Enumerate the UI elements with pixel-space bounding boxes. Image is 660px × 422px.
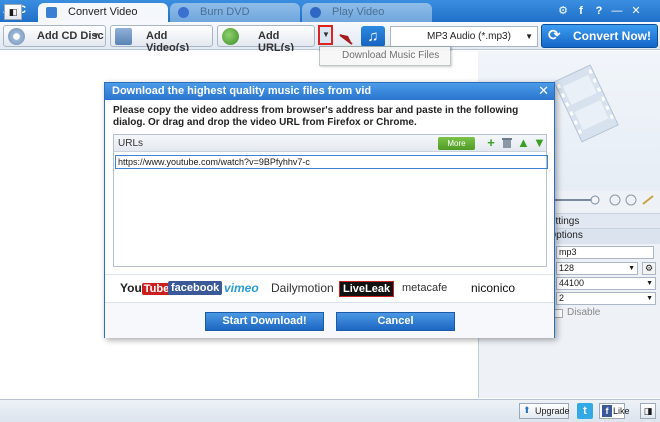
film-strip-icon <box>553 64 619 143</box>
help-icon[interactable]: ? <box>592 5 606 18</box>
upgrade-arrow-icon: ⬆ <box>523 405 531 415</box>
audio-codec-select[interactable]: mp3 <box>556 246 654 259</box>
tab-convert-video[interactable]: Convert Video <box>38 3 168 22</box>
basic-settings-header: Basic Settings <box>516 213 660 229</box>
toggle-right-panel-icon[interactable]: ◨ <box>640 403 656 419</box>
liveleak-logo: LiveLeak <box>339 281 395 297</box>
play-icon <box>310 7 321 18</box>
chevron-down-icon: ▼ <box>525 32 533 41</box>
convert-now-button[interactable]: ⟳ Convert Now! <box>541 24 658 48</box>
niconico-logo: niconico <box>471 281 516 295</box>
refresh-icon: ⟳ <box>548 27 561 44</box>
chevron-down-icon: ▼ <box>628 265 635 272</box>
output-format-select[interactable]: MP3 Audio (*.mp3) ▼ <box>390 26 538 47</box>
delete-trash-icon[interactable] <box>501 137 513 149</box>
audio-bitrate-select[interactable]: 128 ▼ <box>556 262 638 275</box>
facebook-like-button[interactable]: f Like <box>599 403 630 419</box>
volume-slider[interactable] <box>555 193 659 207</box>
add-url-plus-icon[interactable]: + <box>485 136 497 149</box>
settings-gear-icon[interactable]: ⚙ <box>556 5 570 18</box>
facebook-icon[interactable]: f <box>574 5 588 18</box>
pointer-arrow-icon <box>339 34 353 45</box>
dialog-description: Please copy the video address from brows… <box>113 105 519 128</box>
chevron-down-icon: ▼ <box>92 31 100 40</box>
chevron-down-icon: ▼ <box>646 295 653 302</box>
tab-burn-dvd[interactable]: Burn DVD <box>170 3 300 22</box>
vimeo-logo: vimeo <box>224 281 259 295</box>
cancel-button[interactable]: Cancel <box>336 312 455 331</box>
supported-sites-logos: You Tube facebook vimeo Dailymotion LiveL… <box>105 274 554 300</box>
url-list-header: URLs More Sites + ▲ ▼ <box>114 135 546 161</box>
globe-add-icon <box>222 28 239 45</box>
facebook-logo: facebook <box>168 281 223 295</box>
dailymotion-logo: Dailymotion <box>271 281 334 295</box>
add-videos-button[interactable]: Add Video(s) <box>110 25 213 54</box>
more-sites-button[interactable]: More Sites <box>438 137 475 161</box>
film-add-icon <box>115 28 132 45</box>
upgrade-button[interactable]: ⬆ Upgrade <box>519 403 570 419</box>
start-download-button[interactable]: Start Download! <box>205 312 324 331</box>
add-cd-disc-button[interactable]: Add CD Disc ▼ <box>3 25 106 47</box>
sample-rate-select[interactable]: 44100 ▼ <box>556 277 656 290</box>
move-down-arrow-icon[interactable]: ▼ <box>533 136 546 149</box>
add-url-dropdown-button[interactable]: ▼ <box>318 25 333 45</box>
youtube-logo: You Tube <box>120 281 172 295</box>
move-up-arrow-icon[interactable]: ▲ <box>517 136 530 149</box>
chevron-down-icon: ▼ <box>322 30 330 39</box>
convert-video-icon <box>46 7 57 18</box>
title-bar: AVC Convert Video Burn DVD Play Video ⚙ … <box>0 0 660 22</box>
close-button[interactable]: ✕ <box>629 5 643 18</box>
dialog-title-bar: Download the highest quality music files… <box>105 83 554 100</box>
audio-options-header: Audio Options <box>520 229 660 244</box>
dvd-disc-icon <box>178 7 189 18</box>
dialog-buttons-area: Start Download! Cancel <box>105 302 554 338</box>
minimize-button[interactable]: — <box>610 5 624 18</box>
bitrate-settings-icon[interactable]: ⚙ <box>642 262 656 275</box>
url-list-box: URLs More Sites + ▲ ▼ https://www.youtub… <box>113 134 548 267</box>
app-window: AVC Convert Video Burn DVD Play Video ⚙ … <box>0 0 660 422</box>
music-note-icon: ♫ <box>361 26 385 47</box>
dialog-close-icon[interactable]: ✕ <box>538 83 549 99</box>
metacafe-logo: metacafe <box>402 282 448 294</box>
toggle-left-panel-icon[interactable]: ◧ <box>4 4 22 20</box>
url-list-item[interactable]: https://www.youtube.com/watch?v=9BPfyhhv… <box>115 155 548 169</box>
cd-disc-icon <box>8 28 25 45</box>
twitter-icon[interactable]: t <box>577 403 593 419</box>
add-urls-button[interactable]: Add URL(s) <box>217 25 315 54</box>
facebook-icon: f <box>602 405 612 417</box>
tab-play-video[interactable]: Play Video <box>302 3 432 22</box>
channels-select[interactable]: 2 ▼ <box>556 292 656 305</box>
download-dialog: Download the highest quality music files… <box>104 82 555 338</box>
chevron-down-icon: ▼ <box>646 280 653 287</box>
